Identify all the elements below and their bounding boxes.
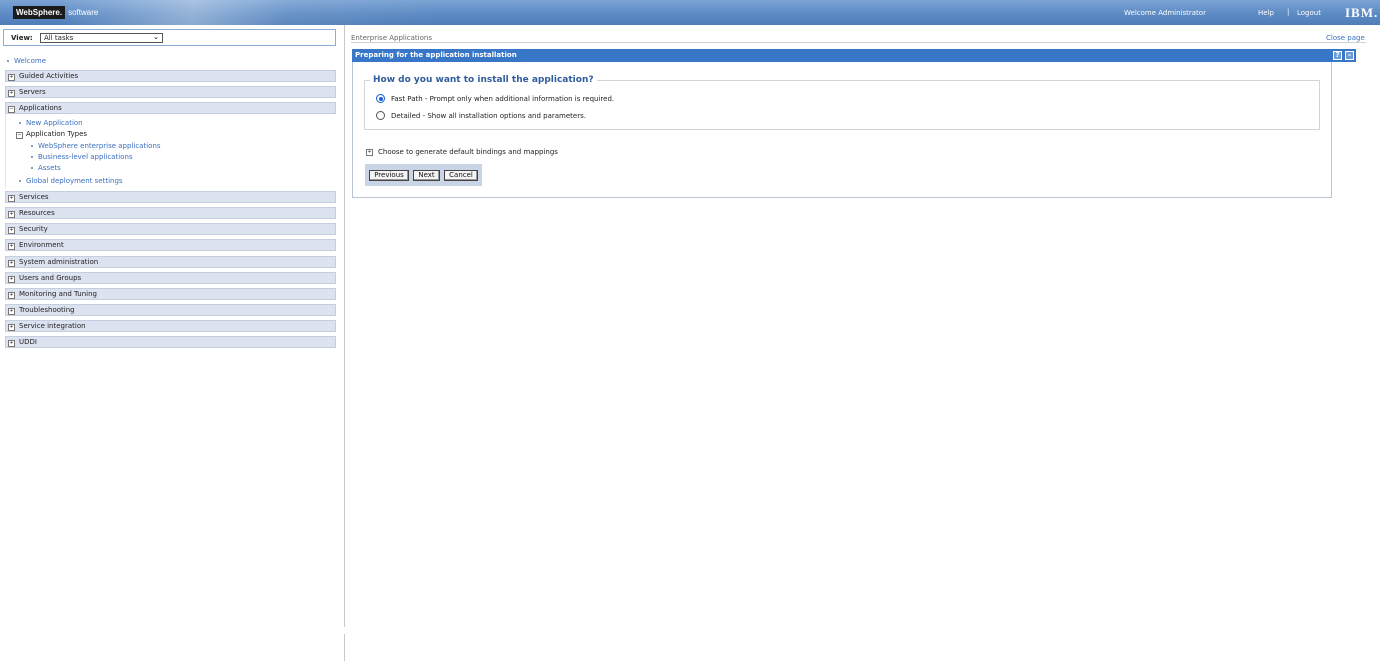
- nav-category-services[interactable]: + Services: [5, 191, 336, 203]
- chevron-down-icon: ⌄: [153, 33, 159, 41]
- view-select-value: All tasks: [44, 34, 74, 42]
- nav-category-label: Servers: [19, 88, 46, 96]
- nav-category-environment[interactable]: + Environment: [5, 239, 336, 251]
- websphere-logo: WebSphere. software: [13, 6, 98, 19]
- help-icon[interactable]: ?: [1333, 51, 1342, 60]
- nav-category-label: Monitoring and Tuning: [19, 290, 97, 298]
- nav-category-servers[interactable]: + Servers: [5, 86, 336, 98]
- nav-item-label: Assets: [38, 164, 61, 172]
- navigation-tree: View: All tasks ⌄ Welcome + Guided Activi…: [0, 25, 340, 661]
- nav-item-assets[interactable]: Assets: [31, 164, 61, 172]
- nav-category-label: Security: [19, 225, 48, 233]
- nav-category-label: Service integration: [19, 322, 86, 330]
- view-select[interactable]: All tasks ⌄: [40, 33, 163, 43]
- nav-category-security[interactable]: + Security: [5, 223, 336, 235]
- expand-icon: +: [8, 211, 15, 218]
- expand-icon: +: [8, 324, 15, 331]
- expand-icon: +: [8, 227, 15, 234]
- websphere-logo-text: software: [68, 8, 99, 17]
- nav-item-label: New Application: [26, 119, 83, 127]
- nav-welcome-link[interactable]: Welcome: [7, 57, 46, 65]
- bullet-icon: [7, 60, 9, 62]
- fast-path-option[interactable]: Fast Path - Prompt only when additional …: [376, 94, 614, 103]
- nav-item-business-level-applications[interactable]: Business-level applications: [31, 153, 133, 161]
- nav-item-label: Business-level applications: [38, 153, 133, 161]
- nav-item-label: Global deployment settings: [26, 177, 123, 185]
- expand-icon: +: [366, 148, 373, 156]
- welcome-user-text: Welcome Administrator: [1124, 9, 1206, 17]
- nav-item-new-application[interactable]: New Application: [19, 119, 83, 127]
- expand-icon: +: [8, 308, 15, 315]
- expand-icon: +: [8, 74, 15, 81]
- detailed-radio[interactable]: [376, 111, 385, 120]
- nav-category-label: Troubleshooting: [19, 306, 75, 314]
- panel-title: Preparing for the application installati…: [352, 49, 1356, 62]
- expand-icon: +: [8, 195, 15, 202]
- help-link[interactable]: Help: [1258, 9, 1274, 17]
- nav-item-label: Application Types: [26, 130, 88, 138]
- banner-swoosh: [60, 0, 440, 25]
- nav-item-websphere-enterprise-applications[interactable]: WebSphere enterprise applications: [31, 142, 161, 150]
- bindings-toggle[interactable]: + Choose to generate default bindings an…: [366, 148, 558, 156]
- expand-icon: +: [8, 90, 15, 97]
- detailed-option[interactable]: Detailed - Show all installation options…: [376, 111, 586, 120]
- close-page-link[interactable]: Close page: [1326, 34, 1365, 42]
- bullet-icon: [19, 122, 21, 124]
- install-options-question: How do you want to install the applicati…: [370, 75, 597, 85]
- pane-divider[interactable]: [344, 25, 345, 627]
- fast-path-label: Fast Path - Prompt only when additional …: [391, 94, 615, 103]
- nav-welcome-label: Welcome: [14, 57, 47, 65]
- bullet-icon: [19, 180, 21, 182]
- detailed-label: Detailed - Show all installation options…: [391, 111, 586, 120]
- bindings-toggle-label: Choose to generate default bindings and …: [378, 148, 558, 156]
- nav-category-guided-activities[interactable]: + Guided Activities: [5, 70, 336, 82]
- nav-category-label: System administration: [19, 258, 99, 266]
- nav-category-label: Applications: [19, 104, 62, 112]
- nav-category-service-integration[interactable]: + Service integration: [5, 320, 336, 332]
- nav-category-label: Environment: [19, 241, 64, 249]
- nav-category-label: Guided Activities: [19, 72, 79, 80]
- expand-icon: +: [8, 243, 15, 250]
- view-label: View:: [11, 34, 33, 42]
- nav-item-label: WebSphere enterprise applications: [38, 142, 161, 150]
- pane-divider-lower: [344, 634, 345, 661]
- collapse-icon: −: [8, 106, 15, 113]
- bullet-icon: [31, 156, 33, 158]
- top-banner: WebSphere. software Welcome Administrato…: [0, 0, 1380, 25]
- expand-icon: +: [8, 292, 15, 299]
- expand-icon: +: [8, 340, 15, 347]
- fast-path-radio[interactable]: [376, 94, 385, 103]
- expand-icon: +: [8, 260, 15, 267]
- nav-category-users-and-groups[interactable]: + Users and Groups: [5, 272, 336, 284]
- nav-category-label: Services: [19, 193, 49, 201]
- banner-separator: |: [1287, 8, 1290, 16]
- nav-item-global-deployment-settings[interactable]: Global deployment settings: [19, 177, 123, 185]
- nav-category-resources[interactable]: + Resources: [5, 207, 336, 219]
- websphere-logo-mark: WebSphere.: [13, 6, 66, 19]
- install-options-fieldset: [364, 80, 1320, 130]
- bullet-icon: [31, 167, 33, 169]
- nav-item-application-types[interactable]: − Application Types: [16, 130, 87, 139]
- collapse-icon: −: [16, 132, 23, 139]
- nav-category-label: Resources: [19, 209, 55, 217]
- view-selector-bar: View: All tasks ⌄: [3, 29, 336, 46]
- nav-category-label: UDDI: [19, 338, 37, 346]
- logout-link[interactable]: Logout: [1297, 9, 1321, 17]
- nav-category-monitoring-and-tuning[interactable]: + Monitoring and Tuning: [5, 288, 336, 300]
- ibm-logo: IBM.: [1345, 5, 1379, 20]
- breadcrumb-divider: [351, 42, 1366, 43]
- nav-category-troubleshooting[interactable]: + Troubleshooting: [5, 304, 336, 316]
- nav-category-label: Users and Groups: [19, 274, 82, 282]
- nav-category-uddi[interactable]: + UDDI: [5, 336, 336, 348]
- cancel-button[interactable]: Cancel: [444, 170, 478, 181]
- nav-category-system-administration[interactable]: + System administration: [5, 256, 336, 268]
- bullet-icon: [31, 145, 33, 147]
- expand-icon: +: [8, 276, 15, 283]
- next-button[interactable]: Next: [413, 170, 440, 181]
- breadcrumb: Enterprise Applications: [351, 34, 432, 42]
- minimize-icon[interactable]: –: [1345, 51, 1354, 60]
- previous-button[interactable]: Previous: [369, 170, 409, 181]
